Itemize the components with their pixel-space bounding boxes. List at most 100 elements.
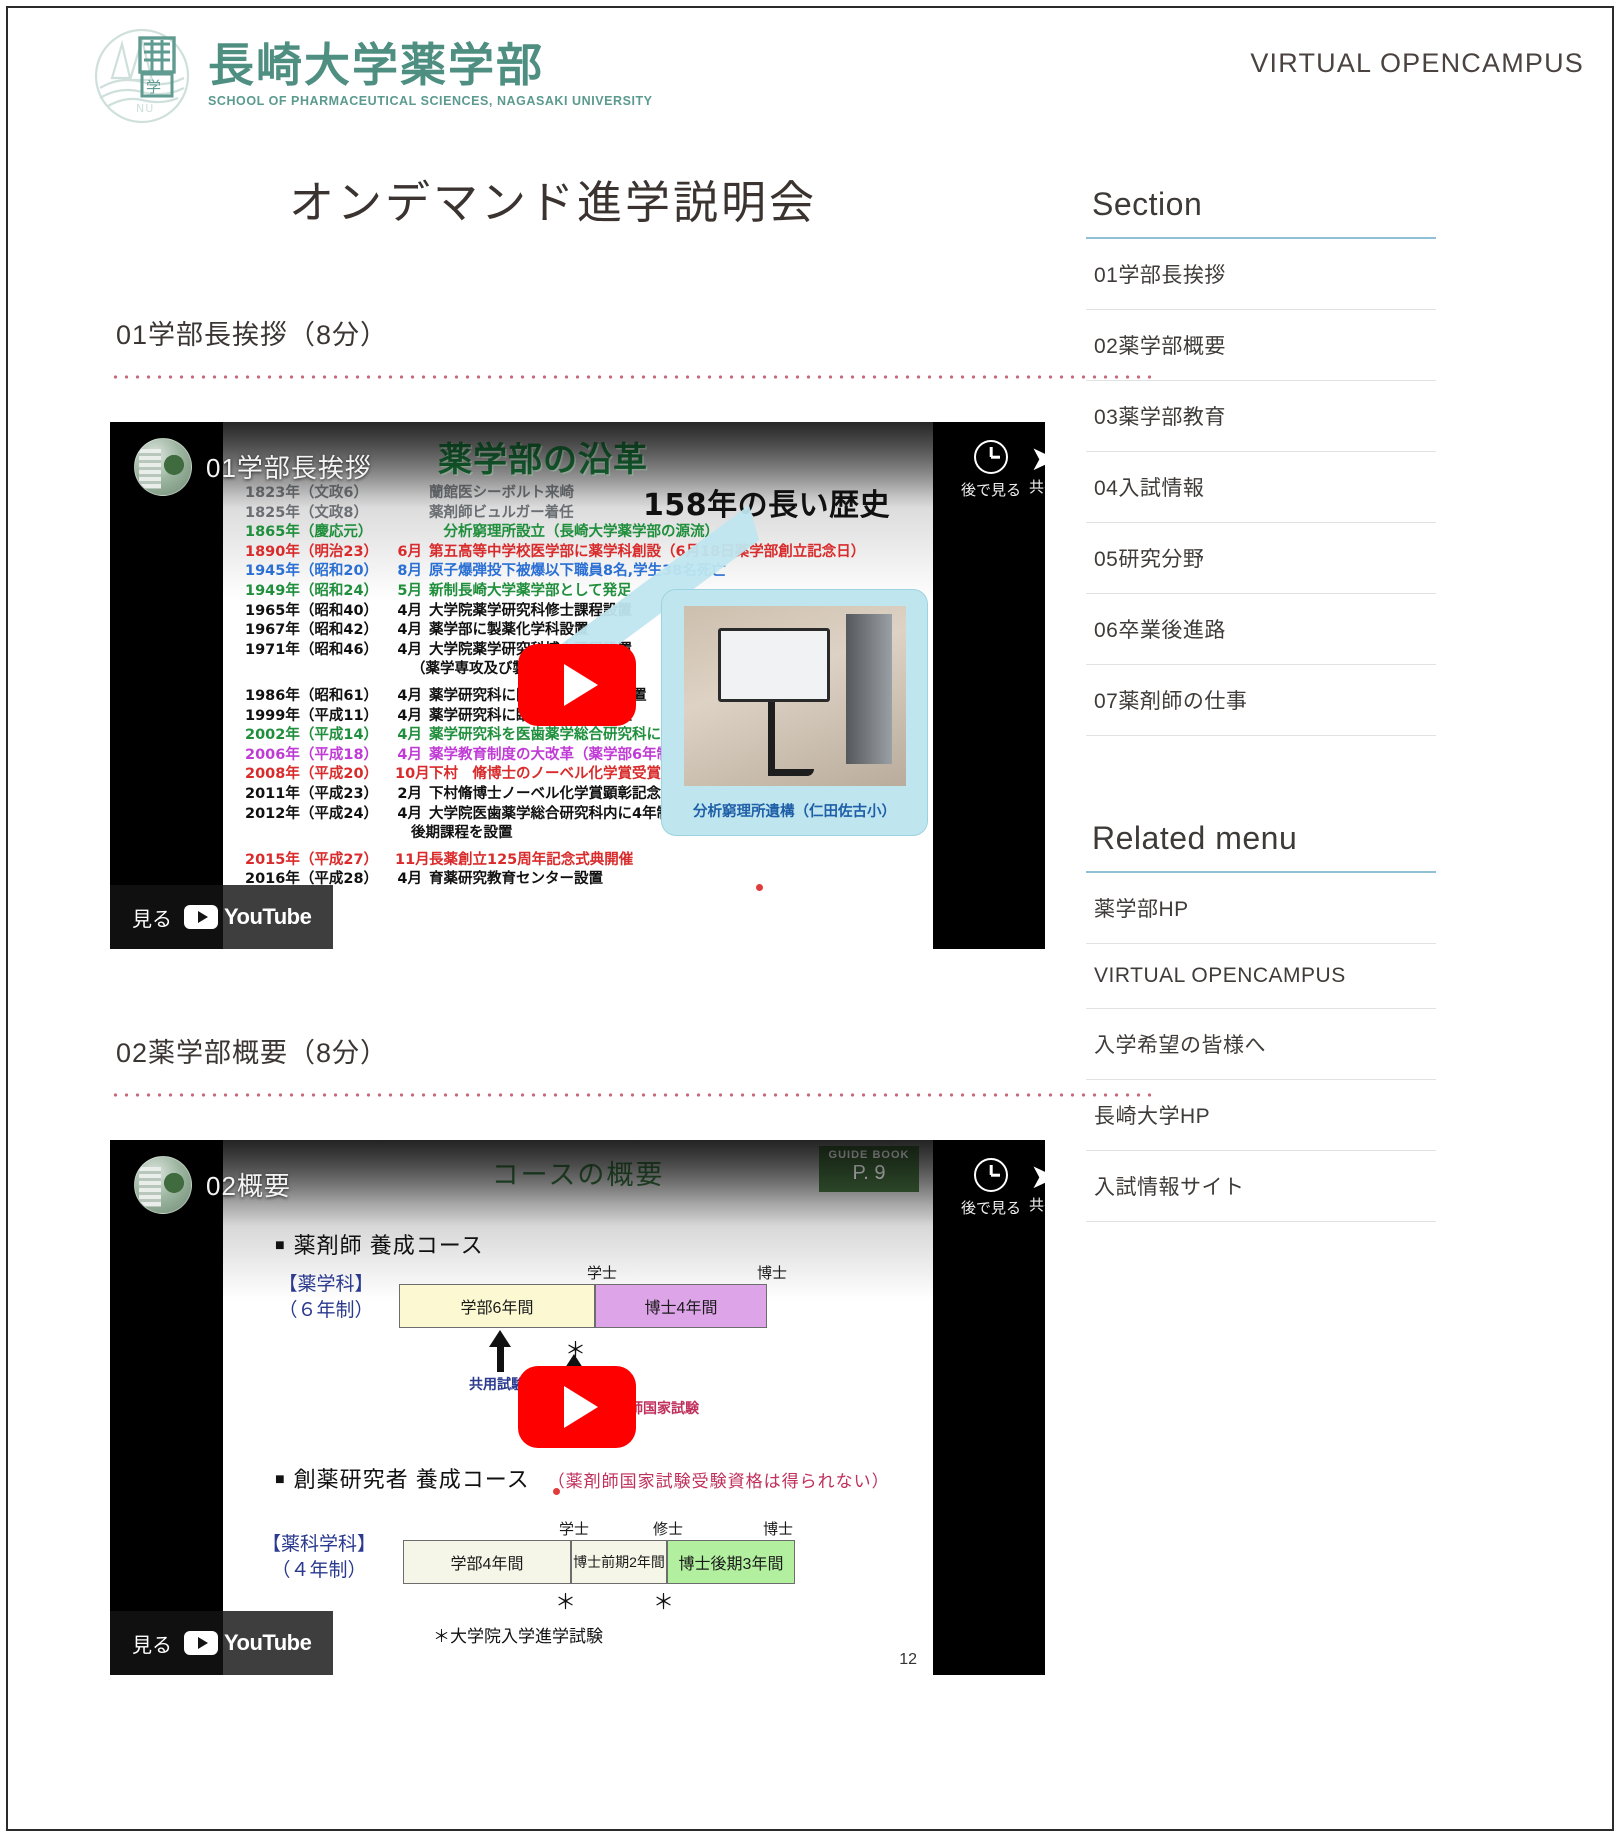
video-title-01[interactable]: 01学部長挨拶	[206, 448, 372, 485]
page-title: オンデマンド進学説明会	[288, 178, 817, 228]
avatar-building	[139, 449, 161, 489]
course2-heading: ■ 創薬研究者 養成コース （薬剤師国家試験受験資格は得られない）	[275, 1462, 890, 1494]
header-virtual-opencampus-label[interactable]: VIRTUAL OPENCAMPUS	[1250, 48, 1584, 79]
share-arrow-icon: ➤	[1005, 1160, 1045, 1194]
page-frame: 学 NU 長崎大学薬学部 SCHOOL OF PHARMACEUTICAL SC…	[6, 6, 1614, 1831]
timeline-year: 2011年（平成23）	[245, 785, 379, 802]
sidebar-related-title: Related menu	[1092, 820, 1298, 856]
timeline-year: 2002年（平成14）	[245, 727, 379, 744]
timeline-month: 4月	[397, 871, 422, 888]
sidebar-item-06[interactable]: 06卒業後進路	[1086, 594, 1436, 665]
share-button[interactable]: ➤ 共有	[1005, 1160, 1045, 1215]
timeline-year: 1945年（昭和20）	[245, 563, 379, 580]
video-title-02[interactable]: 02概要	[206, 1166, 291, 1203]
course1-dept-text: 【薬学科】	[278, 1274, 374, 1295]
timeline-month: 4月	[397, 622, 422, 639]
sidebar-section-list: 01学部長挨拶 02薬学部概要 03薬学部教育 04入試情報 05研究分野 06…	[1086, 239, 1436, 736]
brand-text: 長崎大学薬学部 SCHOOL OF PHARMACEUTICAL SCIENCE…	[208, 40, 653, 109]
course1-bar-undergrad: 学部6年間	[399, 1284, 595, 1328]
course2-asterisk-1: ＊	[555, 1591, 576, 1614]
watch-on-youtube-button[interactable]: 見る YouTube	[110, 885, 334, 949]
sidebar-related-item-for-applicants[interactable]: 入学希望の皆様へ	[1086, 1009, 1436, 1080]
youtube-wordmark: YouTube	[224, 904, 312, 929]
timeline-row: 2015年（平成27） 11月 長薬創立125周年記念式典開催	[245, 851, 933, 871]
svg-text:学: 学	[146, 78, 161, 96]
course2-asterisk-2: ＊	[653, 1591, 674, 1614]
timeline-year: 2015年（平成27）	[245, 851, 379, 868]
timeline-text: 育薬研究教育センター設置	[429, 871, 603, 888]
course2-years-text: （４年制）	[271, 1559, 367, 1581]
timeline-row: 1890年（明治23） 6月 第五高等中学校医学部に薬学科創設（6月18日薬学部創立…	[245, 543, 933, 563]
video-player-02[interactable]: コースの概要 GUIDE BOOK P. 9 ■薬剤師 養成コース 【薬学科】 …	[110, 1140, 1045, 1675]
timeline-month: 4月	[397, 602, 422, 619]
monument-plaque	[718, 628, 830, 702]
timeline-month: 6月	[397, 543, 422, 560]
timeline-year: 2012年（平成24）	[245, 805, 379, 822]
timeline-year: 2006年（平成18）	[245, 746, 379, 763]
course1-arrow1-head	[489, 1330, 511, 1347]
watch-label: 見る	[132, 1634, 172, 1657]
timeline-month: 2月	[397, 785, 422, 802]
sidebar-item-07[interactable]: 07薬剤師の仕事	[1086, 665, 1436, 736]
monument-photo-card: 分析窮理所遺構（仁田佐古小）	[662, 590, 927, 835]
course2-bar-master-l2: 2年間	[629, 1553, 665, 1570]
sidebar-item-03[interactable]: 03薬学部教育	[1086, 381, 1436, 452]
brand-name-jp: 長崎大学薬学部	[208, 37, 544, 92]
slide-laser-dot	[553, 1488, 560, 1495]
timeline-year: 1971年（昭和46）	[245, 641, 379, 658]
bullet-square-icon: ■	[275, 1471, 286, 1488]
youtube-logo: YouTube	[184, 904, 312, 930]
site-header: 学 NU 長崎大学薬学部 SCHOOL OF PHARMACEUTICAL SC…	[8, 8, 1612, 138]
sidebar-related-item-admissions-site[interactable]: 入試情報サイト	[1086, 1151, 1436, 1222]
timeline-month: 4月	[397, 687, 422, 704]
video-player-01[interactable]: 薬学部の沿革 158年の長い歴史 1823年（文政6）蘭館医シーボルト来崎 18…	[110, 422, 1045, 949]
timeline-month: 8月	[397, 563, 422, 580]
sidebar-section-title: Section	[1092, 186, 1203, 222]
youtube-play-badge-icon	[184, 905, 218, 929]
section-divider-02	[110, 1092, 1156, 1098]
timeline-month: 4月	[397, 727, 422, 744]
sidebar-related-list: 薬学部HP VIRTUAL OPENCAMPUS 入学希望の皆様へ 長崎大学HP…	[1086, 873, 1436, 1222]
timeline-row: 1865年（慶応元） 分析窮理所設立（長崎大学薬学部の源流）	[245, 523, 933, 543]
avatar-tree	[163, 453, 185, 487]
slide-page-number: 12	[899, 1651, 917, 1668]
course1-degree-bachelor: 学士	[587, 1265, 618, 1282]
play-button[interactable]	[518, 1366, 636, 1448]
course2-bar-undergrad: 学部4年間	[403, 1540, 571, 1584]
sidebar-item-01[interactable]: 01学部長挨拶	[1086, 239, 1436, 310]
channel-avatar[interactable]	[134, 1156, 192, 1214]
course2-bar-master-l1: 博士前期	[573, 1553, 630, 1570]
youtube-wordmark: YouTube	[224, 1630, 312, 1655]
share-button[interactable]: ➤ 共有	[1005, 442, 1045, 497]
monument-post-base	[768, 769, 814, 776]
monument-post	[768, 702, 775, 776]
clock-icon	[974, 440, 1008, 474]
sidebar-related-item-nagasaki-univ-hp[interactable]: 長崎大学HP	[1086, 1080, 1436, 1151]
bullet-square-icon: ■	[275, 1237, 286, 1254]
sidebar-related-item-pharmacy-hp[interactable]: 薬学部HP	[1086, 873, 1436, 944]
share-arrow-icon: ➤	[1005, 442, 1045, 476]
timeline-year: 1967年（昭和42）	[245, 622, 379, 639]
section-heading-02: 02薬学部概要（8分）	[116, 1038, 389, 1068]
sidebar-section-block: Section 01学部長挨拶 02薬学部概要 03薬学部教育 04入試情報 0…	[1086, 186, 1436, 736]
timeline-row: 2016年（平成28） 4月 育薬研究教育センター設置	[245, 870, 933, 890]
course1-department: 【薬学科】 （６年制）	[261, 1272, 391, 1323]
course2-note: （薬剤師国家試験受験資格は得られない）	[547, 1472, 890, 1491]
play-button[interactable]	[518, 644, 636, 726]
share-label: 共有	[1028, 1197, 1045, 1214]
course1-bar-doctor: 博士4年間	[595, 1284, 767, 1328]
watch-on-youtube-button[interactable]: 見る YouTube	[110, 1611, 334, 1675]
brand-name-en: SCHOOL OF PHARMACEUTICAL SCIENCES, NAGAS…	[208, 94, 653, 109]
sidebar-item-04[interactable]: 04入試情報	[1086, 452, 1436, 523]
clock-icon	[974, 1158, 1008, 1192]
timeline-year: 2008年（平成20）	[245, 766, 379, 783]
share-label: 共有	[1028, 479, 1045, 496]
channel-avatar[interactable]	[134, 438, 192, 496]
sidebar-item-05[interactable]: 05研究分野	[1086, 523, 1436, 594]
sidebar-related-block: Related menu 薬学部HP VIRTUAL OPENCAMPUS 入学…	[1086, 820, 1436, 1222]
site-logo[interactable]: 学 NU 長崎大学薬学部 SCHOOL OF PHARMACEUTICAL SC…	[86, 22, 653, 126]
timeline-year: 1986年（昭和61）	[245, 687, 379, 704]
sidebar-related-item-virtual-opencampus[interactable]: VIRTUAL OPENCAMPUS	[1086, 944, 1436, 1009]
timeline-month	[395, 523, 429, 543]
sidebar-item-02[interactable]: 02薬学部概要	[1086, 310, 1436, 381]
